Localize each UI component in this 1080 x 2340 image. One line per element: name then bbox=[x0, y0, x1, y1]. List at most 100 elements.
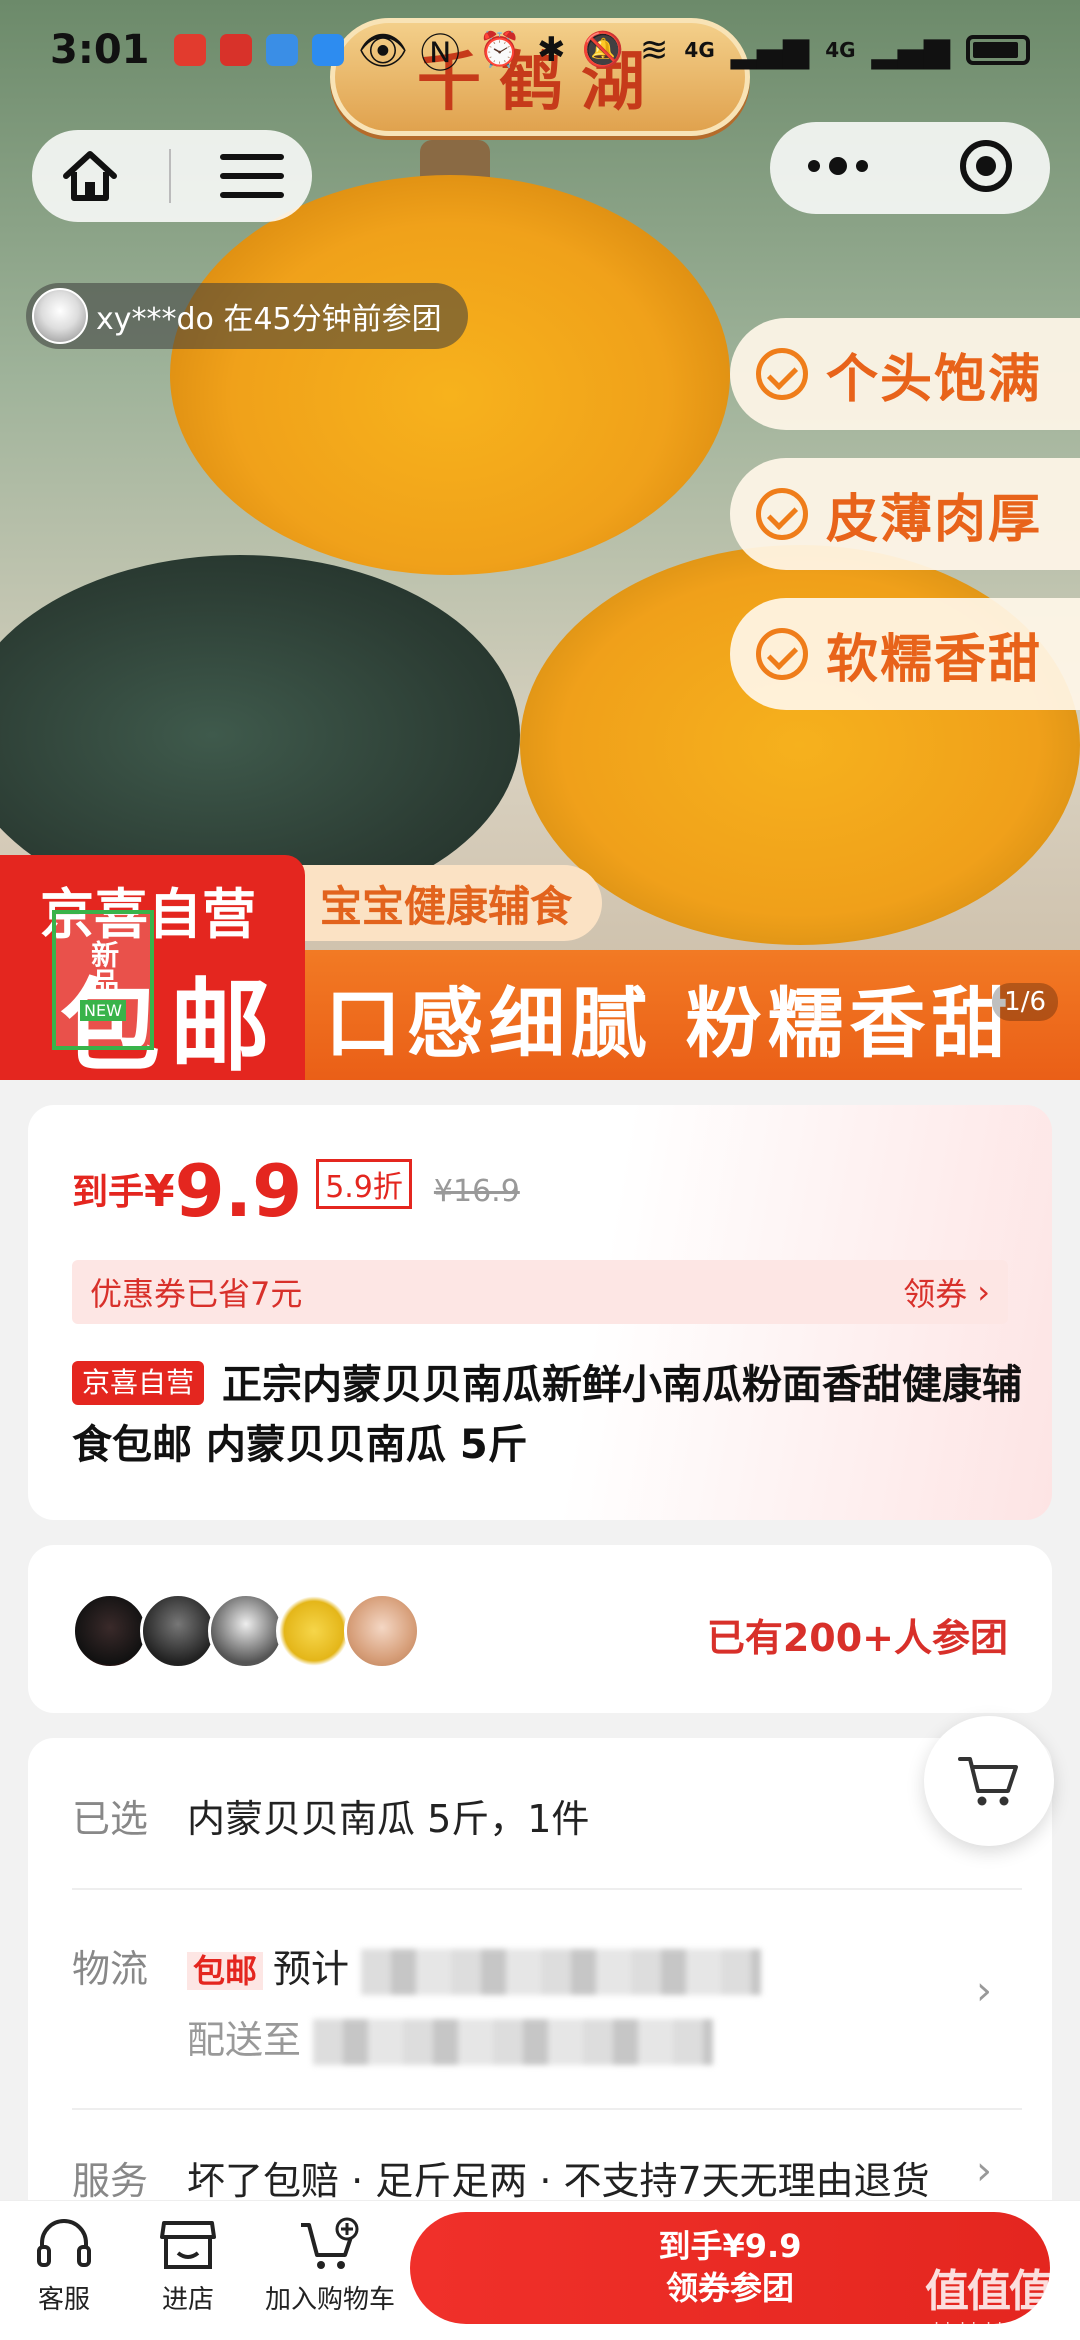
network-label: 4G bbox=[825, 38, 856, 62]
new-product-tag: 新品 NEW bbox=[52, 910, 154, 1050]
feature-text: 个头饱满 bbox=[826, 349, 1043, 410]
group-buy-card[interactable]: 已有200+人参团 bbox=[28, 1545, 1052, 1713]
group-count-text: 已有200+人参团 bbox=[706, 1616, 1008, 1660]
wifi-icon: ≋ bbox=[639, 30, 669, 70]
store-icon bbox=[160, 2221, 216, 2269]
check-circle-icon bbox=[756, 628, 808, 680]
shipping-row[interactable]: 物流 包邮 预计 配送至 › bbox=[72, 1938, 1022, 2065]
customer-service-button[interactable]: 客服 bbox=[0, 2217, 134, 2316]
price-card: 到手 ¥ 9.9 5.9折 ¥16.9 优惠券已省7元 领券 › 京喜自营 正宗内… bbox=[28, 1105, 1052, 1520]
search-app-icon bbox=[311, 34, 344, 66]
customer-service-label: 客服 bbox=[37, 2285, 90, 2315]
floating-cart-button[interactable] bbox=[924, 1716, 1054, 1846]
more-icon[interactable] bbox=[806, 156, 870, 180]
discount-badge: 5.9折 bbox=[316, 1159, 412, 1209]
avatar bbox=[72, 1593, 148, 1669]
service-value: 坏了包赔 · 足斤足两 · 不支持7天无理由退货 bbox=[187, 2159, 930, 2203]
selected-value: 内蒙贝贝南瓜 5斤，1件 bbox=[187, 1797, 590, 1841]
miniapp-capsule bbox=[770, 122, 1050, 214]
alarm-icon: ⏰ bbox=[478, 30, 522, 70]
get-coupon-button[interactable]: 领券 › bbox=[903, 1269, 990, 1315]
feature-badge: 个头饱满 bbox=[730, 318, 1080, 430]
hero-bottom-banner: 口感细腻 粉糯香甜 宝宝健康辅食 京喜自营 包邮 bbox=[0, 855, 1080, 1080]
avatar bbox=[276, 1593, 352, 1669]
enter-store-button[interactable]: 进店 bbox=[118, 2217, 258, 2316]
blurred-text bbox=[313, 2019, 714, 2065]
home-icon[interactable] bbox=[60, 148, 120, 204]
selected-spec-row[interactable]: 已选 内蒙贝贝南瓜 5斤，1件 bbox=[72, 1788, 1022, 1843]
network-label: 4G bbox=[684, 38, 715, 62]
service-label: 服务 bbox=[72, 2159, 149, 2203]
divider bbox=[169, 149, 171, 203]
battery-icon bbox=[966, 35, 1030, 65]
currency-symbol: ¥ bbox=[144, 1166, 175, 1217]
feature-badge: 软糯香甜 bbox=[730, 598, 1080, 710]
watermark-logo: 值值值 bbox=[925, 2266, 1053, 2317]
feature-text: 软糯香甜 bbox=[826, 629, 1043, 690]
feature-text: 皮薄肉厚 bbox=[826, 489, 1043, 550]
avatar bbox=[140, 1593, 216, 1669]
recent-joiner-text: xy***do 在45分钟前参团 bbox=[96, 302, 442, 337]
app-notification-icon bbox=[173, 34, 206, 66]
feature-badge: 皮薄肉厚 bbox=[730, 458, 1080, 570]
product-title-block: 京喜自营 正宗内蒙贝贝南瓜新鲜小南瓜粉面香甜健康辅食包邮 内蒙贝贝南瓜 5斤 bbox=[72, 1355, 1032, 1475]
bluetooth-icon: ✱ bbox=[537, 30, 566, 70]
banner-tag: 宝宝健康辅食 bbox=[290, 865, 603, 941]
delivery-to: 配送至 bbox=[187, 2017, 302, 2062]
add-cart-icon bbox=[301, 2217, 359, 2269]
check-circle-icon bbox=[756, 488, 808, 540]
check-circle-icon bbox=[756, 348, 808, 400]
bell-mute-icon: 🔕 bbox=[581, 30, 624, 70]
watermark-url: zhizhizhi.com bbox=[925, 2319, 1047, 2338]
original-price: ¥16.9 bbox=[433, 1174, 520, 1209]
price-row: 到手 ¥ 9.9 5.9折 ¥16.9 bbox=[72, 1155, 520, 1227]
pumpkin-cut-top bbox=[170, 175, 730, 575]
shipping-estimate: 预计 bbox=[273, 1947, 350, 1991]
chevron-right-icon: › bbox=[977, 1273, 990, 1311]
chevron-right-icon: › bbox=[976, 2148, 992, 2194]
cta-price: 到手¥9.9 bbox=[658, 2227, 802, 2266]
coupon-text: 优惠券已省7元 bbox=[90, 1275, 303, 1313]
coupon-bar[interactable]: 优惠券已省7元 领券 › bbox=[72, 1260, 1008, 1324]
slogan-text: 口感细腻 粉糯香甜 bbox=[325, 979, 1014, 1068]
shield-icon bbox=[265, 34, 298, 66]
store-tag: 京喜自营 bbox=[72, 1361, 205, 1405]
blurred-text bbox=[361, 1948, 762, 1995]
menu-icon[interactable] bbox=[220, 152, 284, 200]
free-shipping-tag: 包邮 bbox=[187, 1952, 264, 1990]
cart-icon bbox=[958, 1757, 1018, 1806]
eye-icon: 👁 bbox=[357, 27, 409, 74]
avatar bbox=[32, 288, 88, 344]
slogan-strip: 口感细腻 粉糯香甜 bbox=[305, 950, 1080, 1080]
app-notification-icon bbox=[219, 34, 252, 66]
product-title: 正宗内蒙贝贝南瓜新鲜小南瓜粉面香甜健康辅食包邮 内蒙贝贝南瓜 5斤 bbox=[72, 1362, 1023, 1468]
nfc-icon: Ⓝ bbox=[420, 31, 461, 77]
signal-icon: ▂▄▆ bbox=[730, 30, 810, 70]
chevron-right-icon: › bbox=[976, 1968, 992, 2014]
divider bbox=[72, 1888, 1022, 1890]
image-page-indicator: 1/6 bbox=[992, 983, 1058, 1021]
shipping-details: 包邮 预计 配送至 bbox=[187, 1938, 762, 2065]
close-miniapp-icon[interactable] bbox=[958, 138, 1014, 198]
nav-capsule bbox=[32, 130, 312, 222]
headset-icon bbox=[37, 2219, 91, 2267]
shipping-label: 物流 bbox=[72, 1947, 149, 1991]
status-time: 3:01 bbox=[50, 27, 150, 73]
divider bbox=[72, 2108, 1022, 2110]
cta-label: 领券参团 bbox=[665, 2269, 794, 2307]
new-tag-en: NEW bbox=[80, 999, 126, 1021]
avatar bbox=[344, 1593, 420, 1669]
signal-icon: ▂▄▆ bbox=[871, 30, 950, 70]
site-watermark: 值值值 zhizhizhi.com bbox=[925, 2255, 1053, 2338]
add-to-cart-button[interactable]: 加入购物车 bbox=[260, 2217, 400, 2316]
status-bar: 3:01 👁 Ⓝ ⏰ ✱ 🔕 ≋ 4G ▂▄▆ 4G ▂▄▆ bbox=[0, 0, 1080, 100]
add-to-cart-label: 加入购物车 bbox=[264, 2285, 395, 2315]
price-label: 到手 bbox=[72, 1172, 145, 1213]
service-row[interactable]: 服务 坏了包赔 · 足斤足两 · 不支持7天无理由退货 › bbox=[72, 2148, 1022, 2205]
price-value: 9.9 bbox=[174, 1149, 303, 1233]
participant-avatars bbox=[72, 1593, 420, 1669]
new-tag-text: 新品 bbox=[87, 939, 121, 996]
selected-label: 已选 bbox=[72, 1797, 149, 1841]
enter-store-label: 进店 bbox=[161, 2285, 214, 2315]
avatar bbox=[208, 1593, 284, 1669]
